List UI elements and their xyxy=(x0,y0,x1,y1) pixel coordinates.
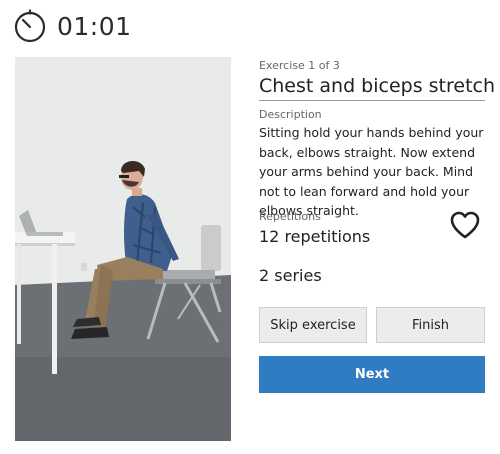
exercise-title: Chest and biceps stretch xyxy=(259,75,495,101)
timer-display: 01:01 xyxy=(57,11,132,41)
exercise-photo xyxy=(15,57,231,441)
skip-exercise-button[interactable]: Skip exercise xyxy=(259,307,367,343)
repetitions-value: 12 repetitions xyxy=(259,227,371,246)
exercise-counter: Exercise 1 of 3 xyxy=(259,59,340,72)
series-value: 2 series xyxy=(259,266,322,285)
repetitions-label: Repetitions xyxy=(259,210,321,223)
next-button[interactable]: Next xyxy=(259,356,485,393)
timer-bar: 01:01 xyxy=(13,9,132,43)
stopwatch-icon xyxy=(14,9,46,43)
description-label: Description xyxy=(259,108,322,121)
favorite-heart-icon[interactable] xyxy=(449,210,481,240)
finish-button[interactable]: Finish xyxy=(376,307,485,343)
description-text: Sitting hold your hands behind your back… xyxy=(259,125,484,218)
